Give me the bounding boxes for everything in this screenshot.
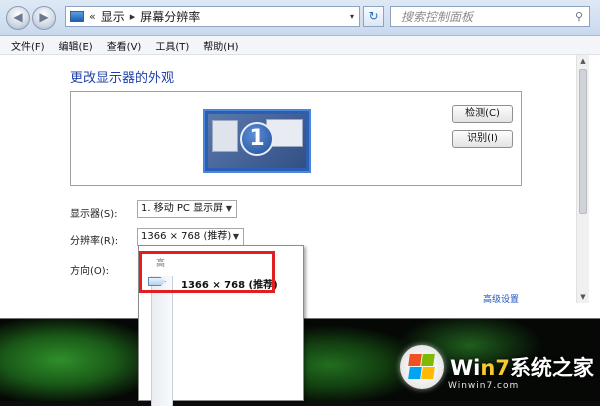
display-select[interactable]: 1. 移动 PC 显示屏 ▼ (137, 200, 237, 218)
watermark-url: Winwin7.com (448, 381, 520, 391)
display-preview: 1 检测(C) 识别(I) (70, 91, 522, 186)
back-arrow-icon: ◀ (13, 10, 23, 24)
display-label: 显示器(S): (70, 209, 118, 220)
highlight-box (139, 251, 275, 293)
identify-button[interactable]: 识别(I) (452, 130, 513, 148)
menu-edit[interactable]: 编辑(E) (59, 38, 93, 53)
vertical-scrollbar[interactable]: ▲ ▼ (576, 55, 589, 303)
watermark-brand: Win7系统之家 (450, 356, 594, 380)
menu-view[interactable]: 查看(V) (107, 38, 142, 53)
resolution-label: 分辨率(R): (70, 236, 119, 247)
address-dropdown-icon[interactable]: ▾ (350, 12, 354, 21)
monitor-number-badge: 1 (240, 122, 274, 156)
windows-logo-icon (400, 345, 444, 389)
scrollbar-thumb[interactable] (579, 69, 587, 214)
navigation-bar: ◀ ▶ « 显示 ▸ 屏幕分辨率 ▾ ↻ ⚲ (0, 0, 600, 36)
forward-button[interactable]: ▶ (32, 6, 56, 30)
menu-file[interactable]: 文件(F) (11, 38, 45, 53)
chevron-down-icon: ▼ (232, 232, 239, 241)
search-box[interactable]: ⚲ (390, 6, 590, 27)
breadcrumb-overflow[interactable]: « (89, 10, 96, 23)
search-input[interactable] (399, 8, 573, 25)
search-icon[interactable]: ⚲ (575, 10, 583, 23)
control-panel-icon (70, 11, 84, 22)
resolution-select-value: 1366 × 768 (推荐) (141, 231, 232, 242)
menu-help[interactable]: 帮助(H) (203, 38, 238, 53)
site-watermark: Win7系统之家 Winwin7.com (400, 345, 594, 391)
advanced-settings-link[interactable]: 高级设置 (483, 292, 519, 305)
chevron-down-icon: ▼ (225, 204, 232, 213)
monitor-1-thumbnail[interactable]: 1 (203, 109, 311, 173)
detect-button[interactable]: 检测(C) (452, 105, 513, 123)
monitor-screen: 1 (208, 114, 306, 168)
breadcrumb-separator-icon[interactable]: ▸ (130, 10, 136, 23)
menu-bar: 文件(F) 编辑(E) 查看(V) 工具(T) 帮助(H) (0, 36, 600, 55)
display-select-value: 1. 移动 PC 显示屏 (141, 203, 224, 214)
back-button[interactable]: ◀ (6, 6, 30, 30)
resolution-select[interactable]: 1366 × 768 (推荐) ▼ (137, 228, 244, 246)
menu-tools[interactable]: 工具(T) (155, 38, 189, 53)
refresh-icon: ↻ (368, 9, 379, 23)
page-title: 更改显示器的外观 (70, 71, 175, 86)
breadcrumb-screen-resolution[interactable]: 屏幕分辨率 (140, 8, 200, 25)
address-bar[interactable]: « 显示 ▸ 屏幕分辨率 ▾ (65, 6, 360, 27)
breadcrumb-display[interactable]: 显示 (101, 8, 125, 25)
resolution-slider-track[interactable] (151, 276, 173, 406)
scroll-down-icon[interactable]: ▼ (577, 291, 589, 303)
scroll-up-icon[interactable]: ▲ (577, 55, 589, 67)
orientation-label: 方向(O): (70, 266, 110, 277)
preview-window-left (212, 120, 238, 152)
refresh-button[interactable]: ↻ (363, 6, 384, 27)
forward-arrow-icon: ▶ (39, 10, 49, 24)
